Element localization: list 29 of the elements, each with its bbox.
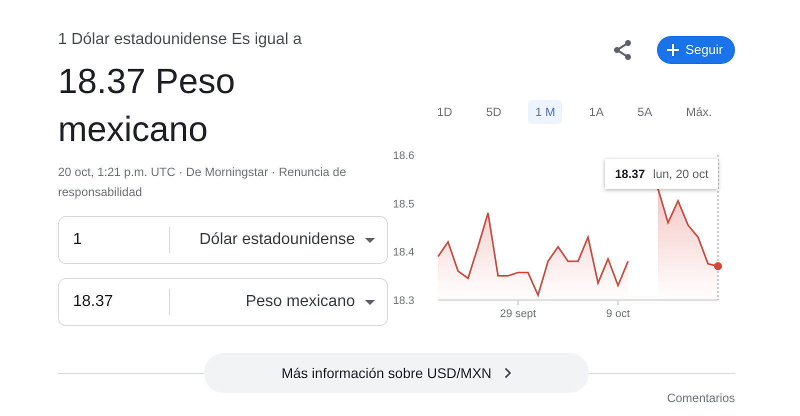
- y-axis-label: 18.4: [393, 246, 414, 259]
- y-axis-label: 18.6: [393, 150, 414, 162]
- x-axis-label: 29 sept: [500, 308, 536, 320]
- conversion-subtitle: 1 Dólar estadounidense Es igual a: [58, 30, 303, 50]
- range-tab[interactable]: 5A: [630, 100, 660, 124]
- x-axis-label: 9 oct: [606, 308, 630, 320]
- share-icon[interactable]: [613, 39, 634, 61]
- range-tab[interactable]: 5D: [479, 100, 508, 124]
- more-info-button[interactable]: Más información sobre USD/MXN: [204, 353, 589, 393]
- range-tab[interactable]: 1A: [582, 100, 611, 124]
- conversion-result: 18.37 Peso mexicano: [58, 61, 236, 151]
- y-axis-label: 18.3: [393, 295, 414, 307]
- source-info: 20 oct, 1:21 p.m. UTC · De Morningstar · Renuncia de responsabilidad: [58, 164, 348, 201]
- follow-button[interactable]: Seguir: [657, 36, 735, 64]
- caret-icon: [365, 300, 375, 304]
- caret-icon: [365, 238, 375, 242]
- chevron-right-icon: [504, 367, 512, 379]
- amount-field[interactable]: 18.37 Peso mexicano: [58, 278, 388, 326]
- y-axis-label: 18.5: [393, 198, 414, 210]
- chart-tooltip: 18.37 lun, 20 oct: [605, 159, 718, 189]
- current-point-marker: [714, 262, 722, 270]
- feedback-link[interactable]: Comentarios: [666, 391, 735, 405]
- range-tab[interactable]: Máx.: [678, 100, 719, 124]
- range-tab[interactable]: 1D: [430, 100, 460, 124]
- amount-field[interactable]: 1 Dólar estadounidense: [58, 216, 388, 264]
- currency-dropdown[interactable]: Peso mexicano: [246, 290, 355, 314]
- range-tab[interactable]: 1 M: [528, 100, 562, 124]
- currency-dropdown[interactable]: Dólar estadounidense: [199, 228, 355, 252]
- plus-icon: [667, 44, 680, 56]
